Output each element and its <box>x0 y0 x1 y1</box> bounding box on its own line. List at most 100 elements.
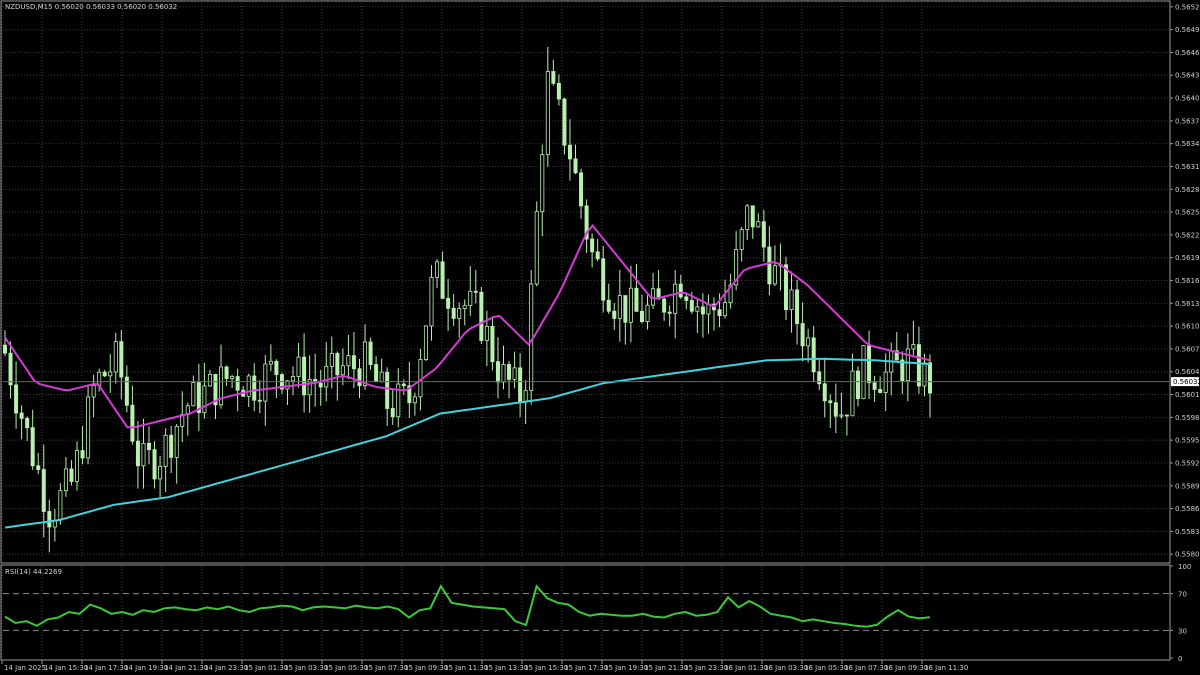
time-tick-label: 14 Jan 19:30 <box>124 664 168 672</box>
candle-body <box>833 402 838 417</box>
rsi-header: RSI(14) 44.2269 <box>5 568 62 576</box>
candle[interactable] <box>861 345 866 400</box>
candle-body <box>202 385 207 414</box>
candle-body <box>595 251 600 260</box>
price-tick-label: 0.56045 <box>1175 368 1200 376</box>
price-tick-label: 0.56375 <box>1175 117 1200 125</box>
price-tick-label: 0.56495 <box>1175 26 1200 34</box>
candle-body <box>318 382 323 388</box>
candle-body <box>119 341 124 378</box>
candle-body <box>501 364 506 383</box>
time-tick-label: 15 Jan 21:30 <box>644 664 688 672</box>
candle-body <box>19 412 24 419</box>
time-tick-label: 15 Jan 03:30 <box>284 664 328 672</box>
candle-body <box>446 297 451 309</box>
candle-body <box>351 355 356 370</box>
candle-body <box>551 71 556 84</box>
candle-body <box>673 283 678 314</box>
time-tick-label: 14 Jan 21:30 <box>164 664 208 672</box>
candle-body <box>440 261 445 299</box>
candle-body <box>723 302 728 317</box>
candle-body <box>91 385 96 398</box>
candle-body <box>922 362 927 387</box>
candle-body <box>678 283 683 298</box>
candle-body <box>883 371 888 393</box>
price-tick-label: 0.55865 <box>1175 505 1200 513</box>
price-tick-label: 0.56525 <box>1175 3 1200 11</box>
candle-body <box>462 305 467 309</box>
candle[interactable] <box>423 325 428 362</box>
candle-body <box>745 205 750 230</box>
candle-body <box>878 389 883 393</box>
candle-body <box>385 371 390 409</box>
price-tick-label: 0.56195 <box>1175 254 1200 262</box>
candle-body <box>268 360 273 365</box>
candle-body <box>545 71 550 156</box>
candle-body <box>529 283 534 392</box>
candle[interactable] <box>479 286 484 345</box>
candle-body <box>872 382 877 390</box>
candle-body <box>911 344 916 350</box>
time-tick-label: 15 Jan 07:30 <box>364 664 408 672</box>
candle-body <box>756 221 761 228</box>
candle-body <box>390 408 395 418</box>
price-tick-label: 0.56435 <box>1175 72 1200 80</box>
candle-body <box>130 404 135 442</box>
price-tick-label: 0.56285 <box>1175 186 1200 194</box>
candle[interactable] <box>529 269 534 405</box>
candle-body <box>928 362 933 394</box>
candle-body <box>540 154 545 213</box>
candle-body <box>324 365 329 388</box>
candle-body <box>58 490 63 521</box>
candle[interactable] <box>534 201 539 287</box>
candle-body <box>844 414 849 417</box>
price-tick-label: 0.56345 <box>1175 140 1200 148</box>
candle-body <box>246 375 251 397</box>
candle-body <box>867 345 872 384</box>
candle-body <box>806 337 811 347</box>
candle-body <box>839 414 844 417</box>
time-tick-label: 15 Jan 05:30 <box>324 664 368 672</box>
candle-body <box>263 363 268 402</box>
candle-body <box>191 382 196 407</box>
price-tick-label: 0.55835 <box>1175 528 1200 536</box>
candle-body <box>152 449 157 480</box>
candle-body <box>429 276 434 327</box>
candle-body <box>235 376 240 391</box>
candle-body <box>573 158 578 174</box>
time-tick-label: 14 Jan 23:30 <box>204 664 248 672</box>
candle-body <box>374 364 379 383</box>
candle-body <box>75 450 80 482</box>
candle-body <box>495 361 500 383</box>
current-price-tag: 0.56032 <box>1171 377 1200 387</box>
rsi-tick-label: 0 <box>1178 655 1182 663</box>
candle-body <box>291 376 296 382</box>
candle-body <box>435 261 440 278</box>
candle-body <box>3 344 8 354</box>
candle-body <box>252 375 257 401</box>
main-chart-header: NZDUSD,M15 0.56020 0.56033 0.56020 0.560… <box>5 3 177 11</box>
trading-chart-window[interactable]: 0.56525 0.56495 0.56465 0.56435 0.56405 0.563… <box>0 0 1200 675</box>
candle-body <box>174 425 179 458</box>
time-tick-label: 15 Jan 13:30 <box>484 664 528 672</box>
candle-body <box>158 466 163 480</box>
candle-body <box>828 400 833 404</box>
candle-body <box>645 304 650 323</box>
candle-body <box>612 310 617 319</box>
candle-body <box>329 353 334 367</box>
price-tick-label: 0.55925 <box>1175 459 1200 467</box>
time-tick-label: 16 Jan 01:30 <box>724 664 768 672</box>
candle-body <box>761 221 766 248</box>
candle-body <box>169 434 174 458</box>
price-tick-label: 0.56465 <box>1175 49 1200 57</box>
price-tick-label: 0.56315 <box>1175 163 1200 171</box>
candle-body <box>507 364 512 380</box>
candle-body <box>357 368 362 387</box>
candle-body <box>590 238 595 253</box>
candle-body <box>451 307 456 319</box>
time-tick-label: 15 Jan 09:30 <box>404 664 448 672</box>
time-tick-label: 15 Jan 15:30 <box>524 664 568 672</box>
candle-body <box>108 371 113 377</box>
candle-body <box>606 299 611 312</box>
price-tick-label: 0.56165 <box>1175 277 1200 285</box>
